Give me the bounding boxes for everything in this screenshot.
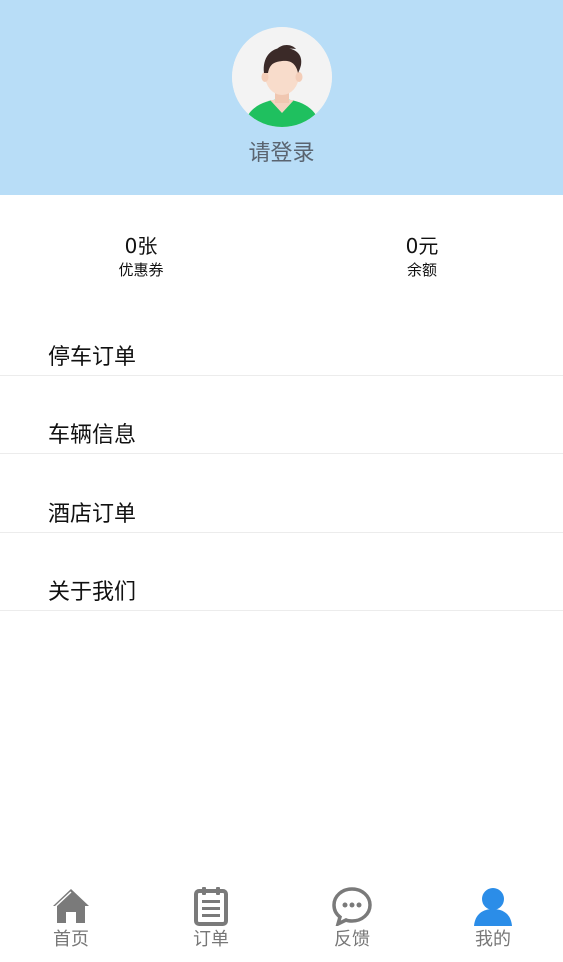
login-link[interactable]: 请登录 [0, 135, 563, 167]
default-user-avatar-icon [232, 27, 332, 127]
tab-label: 反馈 [334, 929, 370, 950]
menu-item-label: 关于我们 [48, 580, 137, 605]
chat-bubble-icon [332, 887, 372, 926]
coupons-label: 优惠券 [118, 261, 164, 279]
menu-item-label: 酒店订单 [48, 501, 137, 527]
bottom-tab-bar: 首页 订单 反馈 我的 [0, 880, 563, 962]
menu-item-about-us[interactable]: 关于我们 [0, 533, 563, 611]
menu-item-vehicle-info[interactable]: 车辆信息 [0, 376, 563, 454]
profile-menu: 停车订单 车辆信息 酒店订单 关于我们 [0, 297, 563, 611]
tab-label: 首页 [53, 929, 89, 950]
profile-page: 请登录 0张 优惠券 0元 余额 停车订单 车辆信息 酒店订单 关于我们 首页 … [0, 0, 563, 962]
user-icon [474, 888, 512, 926]
tab-label: 我的 [475, 929, 511, 950]
tab-home[interactable]: 首页 [21, 880, 121, 962]
menu-item-hotel-orders[interactable]: 酒店订单 [0, 454, 563, 533]
balance-label: 余额 [406, 261, 437, 279]
tab-feedback[interactable]: 反馈 [302, 880, 402, 962]
tab-label: 订单 [193, 929, 229, 950]
balance-stat[interactable]: 0元 余额 [362, 233, 482, 281]
tab-mine[interactable]: 我的 [443, 880, 543, 962]
home-icon [53, 889, 89, 923]
menu-item-parking-orders[interactable]: 停车订单 [0, 297, 563, 376]
menu-item-label: 停车订单 [48, 344, 137, 370]
balance-amount: 0元 [405, 234, 439, 258]
tab-orders[interactable]: 订单 [161, 880, 261, 962]
menu-item-label: 车辆信息 [48, 423, 137, 448]
account-stats: 0张 优惠券 0元 余额 [0, 233, 563, 293]
profile-header: 请登录 [0, 0, 563, 195]
clipboard-icon [194, 887, 228, 926]
avatar[interactable] [232, 27, 332, 127]
coupons-count: 0张 [124, 234, 158, 258]
coupons-stat[interactable]: 0张 优惠券 [81, 233, 201, 281]
